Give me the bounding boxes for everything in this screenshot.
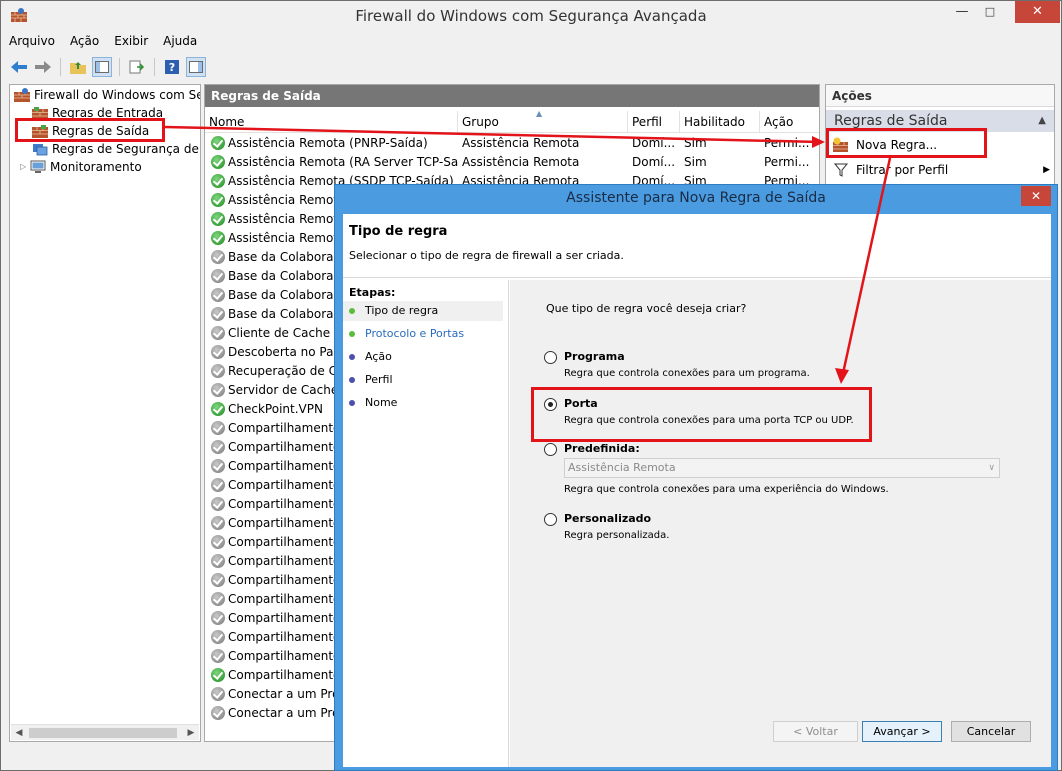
annotation-box-porta [531,387,872,442]
annotation-arrows [164,125,892,384]
